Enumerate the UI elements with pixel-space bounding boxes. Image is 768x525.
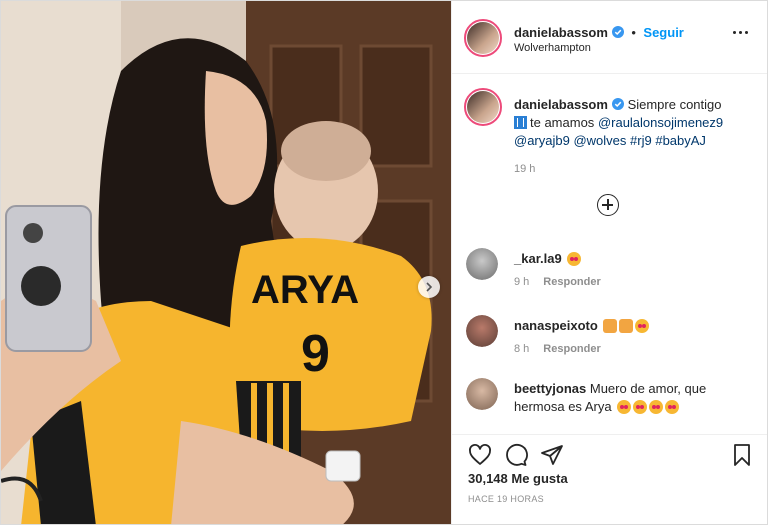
more-options-icon[interactable]: [733, 31, 751, 37]
heart-eyes-emoji-icon: [635, 319, 650, 333]
next-photo-button[interactable]: [418, 276, 440, 298]
reply-button[interactable]: Responder: [543, 343, 600, 355]
mention-link[interactable]: @aryajb9: [514, 133, 570, 148]
verified-badge-icon: [611, 26, 624, 38]
post-modal: ARYA 9 danielabassom • Seguir Wolverhamp…: [0, 0, 768, 525]
author-avatar[interactable]: [464, 19, 502, 57]
like-count[interactable]: 30,148 Me gusta: [468, 471, 568, 486]
post-timestamp[interactable]: HACE 19 HORAS: [468, 494, 544, 504]
heart-eyes-emoji-icon: [649, 400, 664, 414]
post-photo[interactable]: ARYA 9: [1, 1, 451, 524]
heart-icon[interactable]: [468, 443, 492, 467]
mention-link[interactable]: @wolves: [573, 133, 626, 148]
commenter-avatar[interactable]: [466, 378, 498, 410]
commenter-avatar[interactable]: [466, 315, 498, 347]
mention-link[interactable]: @raulalonsojimenez9: [598, 115, 723, 130]
commenter-avatar[interactable]: [466, 248, 498, 280]
hashtag-link[interactable]: #babyAJ: [655, 133, 706, 148]
chevron-right-icon: [426, 282, 433, 292]
verified-badge-icon: [611, 98, 624, 110]
author-username[interactable]: danielabassom: [514, 25, 608, 40]
reply-button[interactable]: Responder: [543, 276, 600, 288]
caption: danielabassom Siempre contigo te amamos …: [514, 96, 754, 178]
follow-button[interactable]: Seguir: [643, 25, 683, 40]
heart-eyes-cat-emoji-icon: [619, 319, 634, 333]
commenter-username[interactable]: _kar.la9: [514, 251, 562, 266]
post-details-panel: danielabassom • Seguir Wolverhampton dan…: [451, 1, 767, 524]
comment-time[interactable]: 8 h: [514, 343, 529, 355]
flag-emoji-icon: [514, 116, 527, 129]
comment-meta: 9 h Responder: [514, 276, 601, 288]
post-location[interactable]: Wolverhampton: [514, 42, 591, 54]
caption-avatar[interactable]: [464, 88, 502, 126]
comments-list: danielabassom Siempre contigo te amamos …: [452, 74, 767, 434]
header-separator: •: [631, 25, 636, 40]
post-actions: 30,148 Me gusta HACE 19 HORAS: [452, 434, 767, 524]
commenter-username[interactable]: beettyjonas: [514, 381, 586, 396]
comment-text: beettyjonas Muero de amor, que hermosa e…: [514, 380, 744, 416]
comment-meta: 8 h Responder: [514, 343, 601, 355]
heart-eyes-cat-emoji-icon: [603, 319, 618, 333]
caption-text-2: te amamos: [530, 115, 595, 130]
jersey-name: ARYA: [251, 268, 359, 312]
comment-item: _kar.la9 9 h Responder: [466, 244, 766, 294]
paper-plane-icon[interactable]: [540, 443, 564, 467]
comment-item: nanaspeixoto 8 h Responder: [466, 311, 766, 361]
heart-eyes-emoji-icon: [633, 400, 648, 414]
comment-time[interactable]: 9 h: [514, 276, 529, 288]
comment-bubble-icon[interactable]: [504, 443, 528, 467]
caption-username[interactable]: danielabassom: [514, 97, 608, 112]
post-header: danielabassom • Seguir Wolverhampton: [452, 1, 767, 74]
comment-text: _kar.la9: [514, 250, 744, 268]
heart-eyes-emoji-icon: [567, 252, 582, 266]
heart-eyes-emoji-icon: [665, 400, 680, 414]
mirror-selfie-image: ARYA 9: [1, 1, 451, 524]
heart-eyes-emoji-icon: [617, 400, 632, 414]
bookmark-icon[interactable]: [730, 443, 754, 467]
commenter-username[interactable]: nanaspeixoto: [514, 318, 598, 333]
caption-time[interactable]: 19 h: [514, 160, 754, 178]
hashtag-link[interactable]: #rj9: [630, 133, 652, 148]
caption-text: Siempre contigo: [627, 97, 722, 112]
plus-circle-icon[interactable]: [597, 194, 619, 216]
jersey-number: 9: [301, 325, 330, 383]
comment-text: nanaspeixoto: [514, 317, 744, 335]
comment-item: beettyjonas Muero de amor, que hermosa e…: [466, 374, 766, 434]
